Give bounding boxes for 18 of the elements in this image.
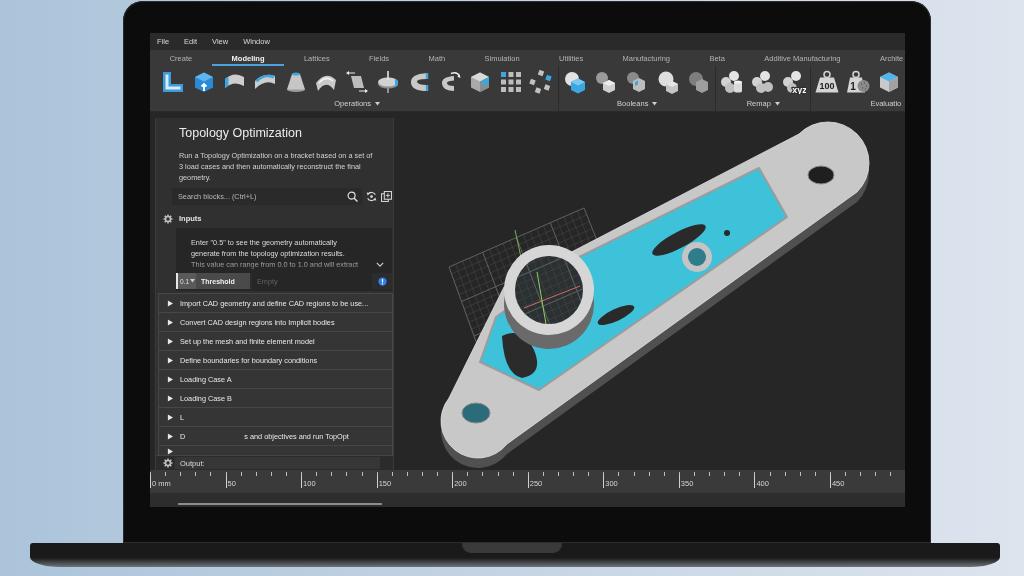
spheres-cylinder-icon[interactable] xyxy=(720,70,745,94)
gear-icon xyxy=(163,458,173,468)
scrollbar-thumb[interactable] xyxy=(178,503,382,505)
gear-icon xyxy=(163,213,173,224)
sheet-arrows-icon[interactable] xyxy=(345,70,370,94)
square-grid-icon[interactable] xyxy=(498,70,523,94)
chevron-down-icon[interactable] xyxy=(376,262,384,267)
square-ring-icon[interactable] xyxy=(529,70,554,94)
notebook-title: Topology Optimization xyxy=(179,125,303,141)
sphere-cube-icon[interactable] xyxy=(563,70,588,94)
stacked-squares-icon[interactable] xyxy=(381,191,392,202)
circular-arrows-icon[interactable] xyxy=(366,191,377,202)
spheres-ball-icon[interactable] xyxy=(751,70,776,94)
disc-axis-icon[interactable] xyxy=(375,70,400,94)
caret-icon xyxy=(190,279,196,283)
alert-icon xyxy=(377,276,387,286)
l-profile-icon[interactable] xyxy=(161,70,185,94)
sphere-cube-icon[interactable] xyxy=(656,70,681,94)
